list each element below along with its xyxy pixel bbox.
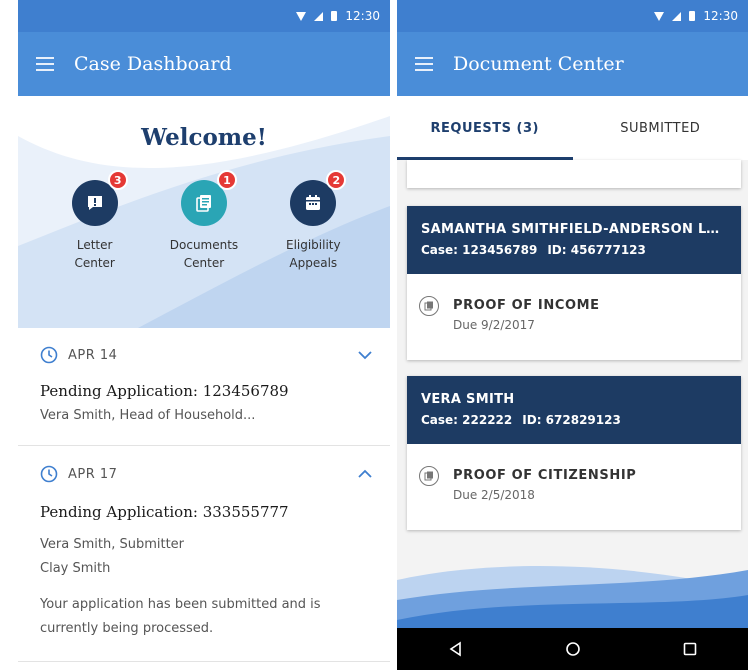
person-id: ID: 456777123 [547, 243, 646, 257]
page-title: Case Dashboard [74, 53, 232, 75]
home-icon[interactable] [565, 641, 581, 657]
back-icon[interactable] [448, 641, 464, 657]
entry-detail: Vera Smith, Head of Household... [40, 408, 256, 423]
document-due-date: Due 9/2/2017 [453, 318, 535, 332]
entry-title: Pending Application: 333555777 [40, 503, 289, 521]
chevron-down-icon[interactable] [358, 350, 372, 360]
applicant-name: VERA SMITH [421, 392, 515, 407]
wifi-icon [296, 11, 307, 21]
entry-detail: Clay Smith [40, 561, 111, 576]
letter-center-icon-circle[interactable]: 3 [71, 170, 128, 226]
request-card-body[interactable]: PROOF OF CITIZENSHIP Due 2/5/2018 [407, 444, 741, 530]
document-title: PROOF OF CITIZENSHIP [453, 468, 637, 483]
letter-center-badge: 3 [107, 170, 128, 190]
eligibility-appeals-icon-circle[interactable]: 2 [290, 170, 347, 226]
menu-icon[interactable] [36, 57, 54, 71]
case-info: Case: 123456789 ID: 456777123 [421, 243, 727, 257]
clock-icon [40, 346, 58, 364]
request-card-partial[interactable] [407, 160, 741, 188]
letter-center-label: Letter Center [74, 238, 115, 270]
battery-icon [689, 11, 696, 21]
app-bar: Document Center [397, 32, 748, 96]
app-bar: Case Dashboard [18, 32, 390, 96]
menu-icon[interactable] [415, 57, 433, 71]
request-card-header: SAMANTHA SMITHFIELD-ANDERSON LONG... Cas… [407, 206, 741, 274]
status-bar: 12:30 [18, 0, 390, 32]
entry-message: Your application has been submitted and … [40, 597, 321, 612]
welcome-hero: Welcome! 3 Letter Center 1 Documents Cen… [18, 96, 390, 328]
clock-icon [40, 465, 58, 483]
status-bar: 12:30 [397, 0, 748, 32]
document-icon [419, 466, 439, 486]
case-dashboard-screen: 12:30 Case Dashboard Welcome! 3 Letter C… [18, 0, 390, 670]
eligibility-appeals-badge: 2 [326, 170, 347, 190]
battery-icon [331, 11, 338, 21]
applicant-name: SAMANTHA SMITHFIELD-ANDERSON LONG... [421, 222, 727, 237]
entry-message: currently being processed. [40, 621, 214, 636]
system-nav-bar [397, 628, 748, 670]
request-card-header: VERA SMITH Case: 222222 ID: 672829123 [407, 376, 741, 444]
recents-icon[interactable] [682, 641, 698, 657]
entry-title: Pending Application: 123456789 [40, 382, 289, 400]
calendar-icon [306, 195, 321, 210]
person-id: ID: 672829123 [522, 413, 621, 427]
chevron-up-icon[interactable] [358, 469, 372, 479]
alert-icon [87, 196, 102, 210]
quick-actions: 3 Letter Center 1 Documents Center 2 Eli… [18, 170, 390, 272]
tab-submitted[interactable]: SUBMITTED [573, 96, 748, 160]
status-time: 12:30 [703, 9, 738, 23]
tab-bar: REQUESTS (3) SUBMITTED [397, 96, 748, 160]
request-card-body[interactable]: PROOF OF INCOME Due 9/2/2017 [407, 274, 741, 360]
documents-center-action[interactable]: 1 Documents Center [159, 170, 249, 272]
signal-icon [314, 11, 324, 21]
letter-center-action[interactable]: 3 Letter Center [50, 170, 140, 272]
signal-icon [672, 11, 682, 21]
entry-date: APR 14 [40, 346, 117, 364]
welcome-heading: Welcome! [141, 124, 267, 151]
documents-center-label: Documents Center [169, 238, 239, 270]
eligibility-appeals-action[interactable]: 2 Eligibility Appeals [268, 170, 358, 272]
eligibility-appeals-label: Eligibility Appeals [285, 238, 341, 270]
documents-center-badge: 1 [216, 170, 237, 190]
entry-detail: Vera Smith, Submitter [40, 537, 185, 552]
case-info: Case: 222222 ID: 672829123 [421, 413, 727, 427]
documents-center-icon-circle[interactable]: 1 [180, 170, 237, 226]
background-waves [397, 566, 748, 630]
case-number: Case: 123456789 [421, 243, 538, 257]
status-time: 12:30 [345, 9, 380, 23]
wifi-icon [654, 11, 665, 21]
case-number: Case: 222222 [421, 413, 513, 427]
entry-date: APR 17 [40, 465, 117, 483]
documents-icon [196, 195, 211, 212]
request-card[interactable]: SAMANTHA SMITHFIELD-ANDERSON LONG... Cas… [407, 206, 741, 360]
document-title: PROOF OF INCOME [453, 298, 600, 313]
page-title: Document Center [453, 53, 624, 75]
application-entry[interactable]: APR 14 Pending Application: 123456789 Ve… [18, 328, 390, 446]
document-center-screen: 12:30 Document Center REQUESTS (3) SUBMI… [397, 0, 748, 670]
document-icon [419, 296, 439, 316]
request-card[interactable]: VERA SMITH Case: 222222 ID: 672829123 PRO… [407, 376, 741, 530]
document-due-date: Due 2/5/2018 [453, 488, 535, 502]
application-entry[interactable]: APR 17 Pending Application: 333555777 Ve… [18, 447, 390, 662]
tab-requests[interactable]: REQUESTS (3) [397, 96, 573, 160]
